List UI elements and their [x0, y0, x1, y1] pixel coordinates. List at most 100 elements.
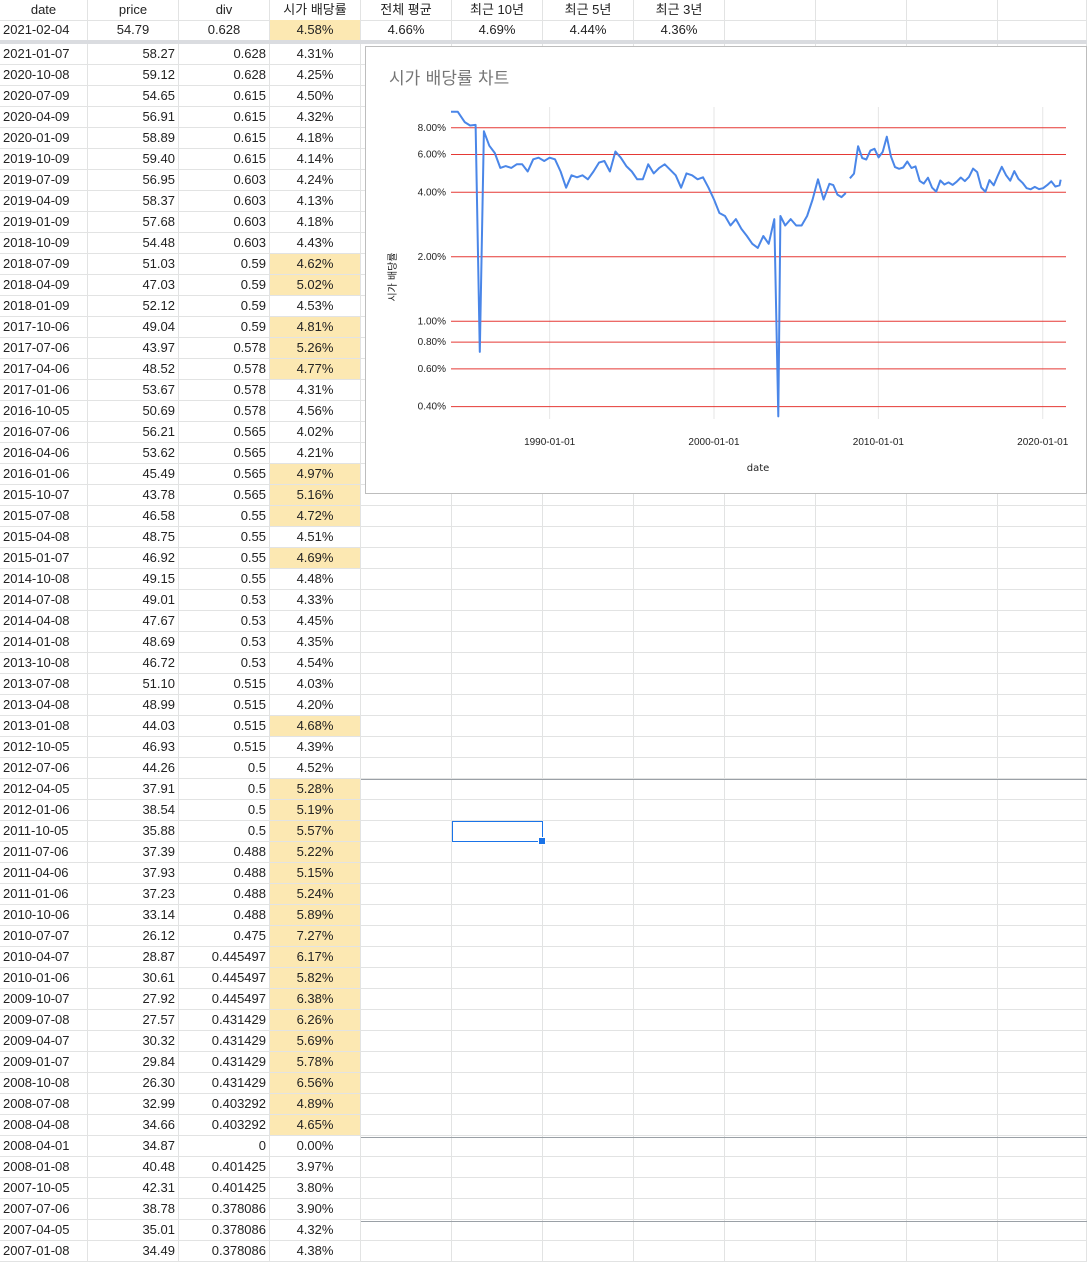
empty-cell[interactable] — [725, 527, 816, 547]
empty-cell[interactable] — [361, 1241, 452, 1261]
div-cell[interactable]: 0.615 — [179, 149, 270, 169]
date-cell[interactable]: 2016-07-06 — [0, 422, 88, 442]
div-cell[interactable]: 0.401425 — [179, 1178, 270, 1198]
yield-cell[interactable]: 4.03% — [270, 674, 361, 694]
empty-cell[interactable] — [543, 1094, 634, 1114]
div-cell[interactable]: 0.55 — [179, 548, 270, 568]
empty-cell[interactable] — [998, 737, 1087, 757]
date-cell[interactable]: 2012-01-06 — [0, 800, 88, 820]
empty-cell[interactable] — [543, 590, 634, 610]
empty-cell[interactable] — [998, 674, 1087, 694]
empty-cell[interactable] — [361, 1094, 452, 1114]
empty-cell[interactable] — [907, 1199, 998, 1219]
empty-cell[interactable] — [907, 821, 998, 841]
empty-cell[interactable] — [452, 611, 543, 631]
div-cell[interactable]: 0.378086 — [179, 1199, 270, 1219]
empty-cell[interactable] — [725, 821, 816, 841]
div-cell[interactable]: 0.59 — [179, 275, 270, 295]
empty-cell[interactable] — [725, 20, 816, 40]
empty-cell[interactable] — [543, 548, 634, 568]
empty-cell[interactable] — [816, 947, 907, 967]
summary-value-cell[interactable]: 4.58% — [270, 20, 361, 40]
empty-cell[interactable] — [634, 506, 725, 526]
column-header[interactable] — [907, 0, 998, 20]
price-cell[interactable]: 35.88 — [88, 821, 179, 841]
date-cell[interactable]: 2017-07-06 — [0, 338, 88, 358]
empty-cell[interactable] — [361, 821, 452, 841]
yield-cell[interactable]: 4.56% — [270, 401, 361, 421]
yield-cell[interactable]: 3.80% — [270, 1178, 361, 1198]
empty-cell[interactable] — [725, 1052, 816, 1072]
empty-cell[interactable] — [907, 1136, 998, 1156]
empty-cell[interactable] — [998, 926, 1087, 946]
empty-cell[interactable] — [361, 842, 452, 862]
date-cell[interactable]: 2010-10-06 — [0, 905, 88, 925]
date-cell[interactable]: 2018-01-09 — [0, 296, 88, 316]
date-cell[interactable]: 2018-04-09 — [0, 275, 88, 295]
empty-cell[interactable] — [725, 1010, 816, 1030]
empty-cell[interactable] — [907, 1094, 998, 1114]
empty-cell[interactable] — [543, 653, 634, 673]
date-cell[interactable]: 2009-04-07 — [0, 1031, 88, 1051]
date-cell[interactable]: 2008-04-08 — [0, 1115, 88, 1135]
empty-cell[interactable] — [725, 800, 816, 820]
yield-cell[interactable]: 4.45% — [270, 611, 361, 631]
empty-cell[interactable] — [452, 590, 543, 610]
div-cell[interactable]: 0.578 — [179, 380, 270, 400]
date-cell[interactable]: 2015-10-07 — [0, 485, 88, 505]
date-cell[interactable]: 2013-07-08 — [0, 674, 88, 694]
date-cell[interactable]: 2020-01-09 — [0, 128, 88, 148]
date-cell[interactable]: 2014-04-08 — [0, 611, 88, 631]
yield-cell[interactable]: 4.14% — [270, 149, 361, 169]
empty-cell[interactable] — [816, 548, 907, 568]
date-cell[interactable]: 2009-10-07 — [0, 989, 88, 1009]
div-cell[interactable]: 0.59 — [179, 296, 270, 316]
empty-cell[interactable] — [543, 821, 634, 841]
date-cell[interactable]: 2016-10-05 — [0, 401, 88, 421]
yield-cell[interactable]: 4.54% — [270, 653, 361, 673]
div-cell[interactable]: 0.445497 — [179, 989, 270, 1009]
empty-cell[interactable] — [361, 968, 452, 988]
empty-cell[interactable] — [452, 1115, 543, 1135]
empty-cell[interactable] — [816, 506, 907, 526]
yield-cell[interactable]: 5.28% — [270, 779, 361, 799]
empty-cell[interactable] — [361, 590, 452, 610]
empty-cell[interactable] — [452, 506, 543, 526]
empty-cell[interactable] — [998, 611, 1087, 631]
empty-cell[interactable] — [452, 548, 543, 568]
empty-cell[interactable] — [907, 611, 998, 631]
yield-cell[interactable]: 4.32% — [270, 1220, 361, 1240]
div-cell[interactable]: 0.445497 — [179, 968, 270, 988]
empty-cell[interactable] — [361, 989, 452, 1009]
date-cell[interactable]: 2019-07-09 — [0, 170, 88, 190]
price-cell[interactable]: 27.57 — [88, 1010, 179, 1030]
div-cell[interactable]: 0.603 — [179, 191, 270, 211]
empty-cell[interactable] — [998, 905, 1087, 925]
empty-cell[interactable] — [998, 863, 1087, 883]
div-cell[interactable]: 0.59 — [179, 254, 270, 274]
empty-cell[interactable] — [725, 905, 816, 925]
empty-cell[interactable] — [907, 1031, 998, 1051]
empty-cell[interactable] — [452, 884, 543, 904]
price-cell[interactable]: 47.67 — [88, 611, 179, 631]
empty-cell[interactable] — [725, 695, 816, 715]
date-cell[interactable]: 2007-10-05 — [0, 1178, 88, 1198]
empty-cell[interactable] — [361, 779, 452, 799]
empty-cell[interactable] — [998, 884, 1087, 904]
empty-cell[interactable] — [907, 1073, 998, 1093]
empty-cell[interactable] — [816, 527, 907, 547]
empty-cell[interactable] — [816, 905, 907, 925]
empty-cell[interactable] — [998, 800, 1087, 820]
empty-cell[interactable] — [816, 1010, 907, 1030]
yield-cell[interactable]: 5.24% — [270, 884, 361, 904]
empty-cell[interactable] — [816, 1073, 907, 1093]
date-cell[interactable]: 2009-01-07 — [0, 1052, 88, 1072]
empty-cell[interactable] — [543, 758, 634, 778]
empty-cell[interactable] — [543, 1157, 634, 1177]
yield-cell[interactable]: 4.65% — [270, 1115, 361, 1135]
date-cell[interactable]: 2020-04-09 — [0, 107, 88, 127]
date-cell[interactable]: 2020-07-09 — [0, 86, 88, 106]
price-cell[interactable]: 37.93 — [88, 863, 179, 883]
empty-cell[interactable] — [998, 1136, 1087, 1156]
empty-cell[interactable] — [816, 1136, 907, 1156]
